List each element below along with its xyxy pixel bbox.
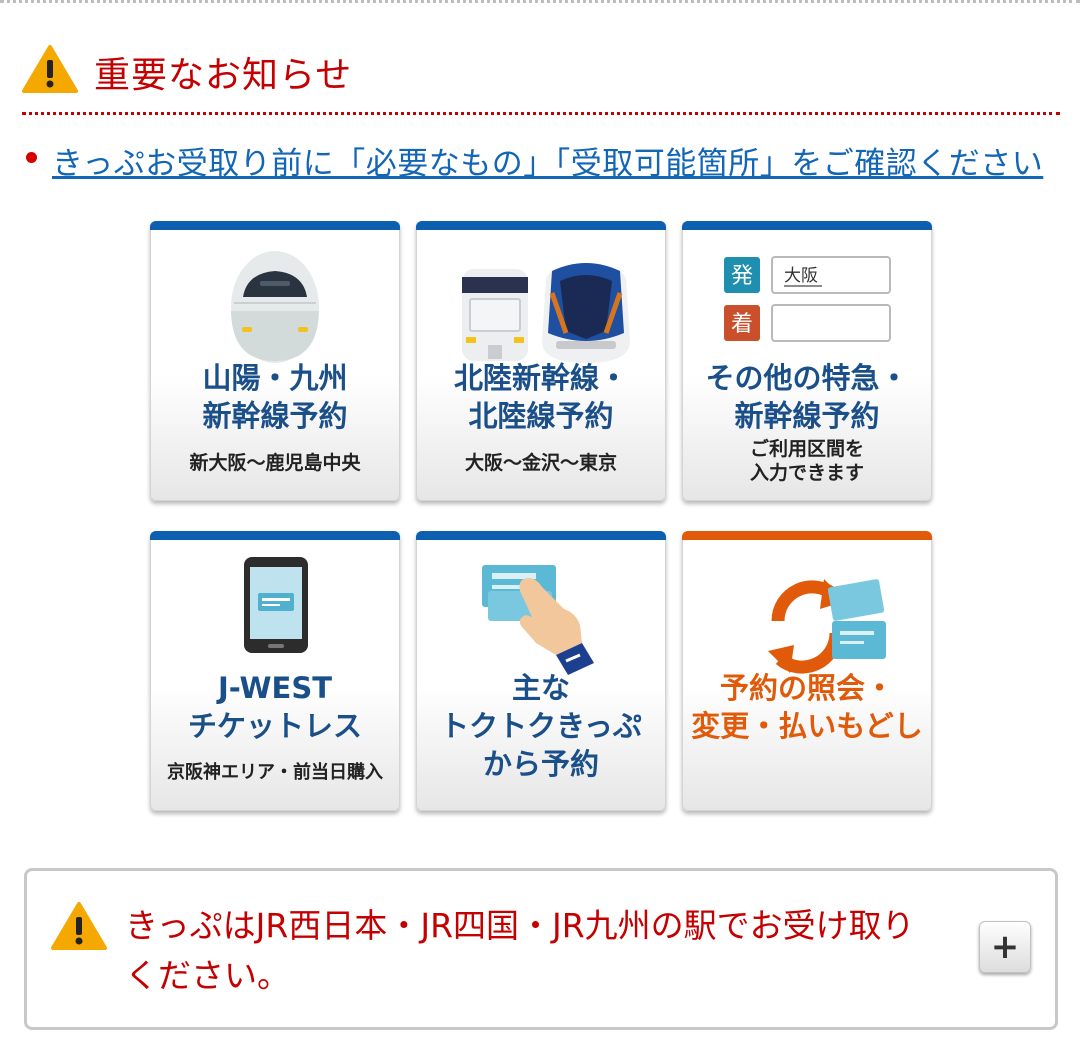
tile-reservation-inquiry[interactable]: 予約の照会・ 変更・払いもどし xyxy=(682,531,932,811)
tile-tokutoku-tickets[interactable]: 主な トクトクきっぷ から予約 xyxy=(416,531,666,811)
ticket-pickup-notice: きっぷはJR西日本・JR四国・JR九州の駅でお受け取りください。 + xyxy=(24,868,1058,1030)
tile-title: 主な トクトクきっぷ から予約 xyxy=(440,671,642,781)
plus-icon: + xyxy=(990,927,1020,967)
tile-title: 山陽・九州 新幹線予約 xyxy=(202,361,348,433)
tile-subtitle: 大阪～金沢～東京 xyxy=(464,452,617,474)
bullet xyxy=(26,152,37,163)
top-divider xyxy=(0,0,1080,3)
reservation-menu-grid: 山陽・九州 新幹線予約 新大阪～鹿児島中央 北陸新幹線・ 北陸線予約 大阪～金沢～東… xyxy=(150,221,932,811)
warning-icon xyxy=(22,45,78,93)
tile-subtitle: 新大阪～鹿児島中央 xyxy=(189,452,361,474)
tile-j-west-ticketless[interactable]: J-WEST チケットレス 京阪神エリア・前当日購入 xyxy=(150,531,400,811)
warning-icon xyxy=(51,902,107,950)
notice-divider xyxy=(22,112,1060,115)
shinkansen-n700-icon xyxy=(231,251,319,363)
tile-title: 予約の照会・ 変更・払いもどし xyxy=(691,671,923,743)
notice-title: 重要なお知らせ xyxy=(94,55,353,96)
notice-link[interactable]: きっぷお受取り前に「必要なもの」「受取可能箇所」をご確認ください xyxy=(52,138,1043,183)
tile-title: J-WEST チケットレス xyxy=(187,671,362,743)
tile-sanyo-kyushu-shinkansen[interactable]: 山陽・九州 新幹線予約 新大阪～鹿児島中央 xyxy=(150,221,400,501)
tile-subtitle: ご利用区間を 入力できます xyxy=(749,438,864,484)
hand-card-icon xyxy=(482,565,594,675)
pickup-notice-text: きっぷはJR西日本・JR四国・JR九州の駅でお受け取りください。 xyxy=(125,906,915,995)
refresh-tickets-icon xyxy=(768,579,886,674)
tile-hokuriku-shinkansen[interactable]: 北陸新幹線・ 北陸線予約 大阪～金沢～東京 xyxy=(416,221,666,501)
from-value: 大阪 xyxy=(784,266,818,286)
from-label: 発 xyxy=(731,264,753,289)
hokuriku-trains-icon xyxy=(462,263,630,363)
tile-other-limited-express[interactable]: 発 大阪 着 その他の特急・ 新幹線予約 ご利用区間を 入力できます xyxy=(682,221,932,501)
notice-header: 重要なお知らせ xyxy=(22,40,1062,100)
tile-title: 北陸新幹線・ 北陸線予約 xyxy=(453,361,628,433)
tile-title: その他の特急・ 新幹線予約 xyxy=(705,361,909,433)
smartphone-ticket-icon xyxy=(244,557,308,653)
tile-subtitle: 京阪神エリア・前当日購入 xyxy=(167,762,383,783)
notice-list-item: きっぷお受取り前に「必要なもの」「受取可能箇所」をご確認ください xyxy=(26,138,1066,188)
to-label: 着 xyxy=(731,312,753,337)
expand-button[interactable]: + xyxy=(979,921,1031,973)
route-input-icon: 発 大阪 着 xyxy=(724,256,891,342)
